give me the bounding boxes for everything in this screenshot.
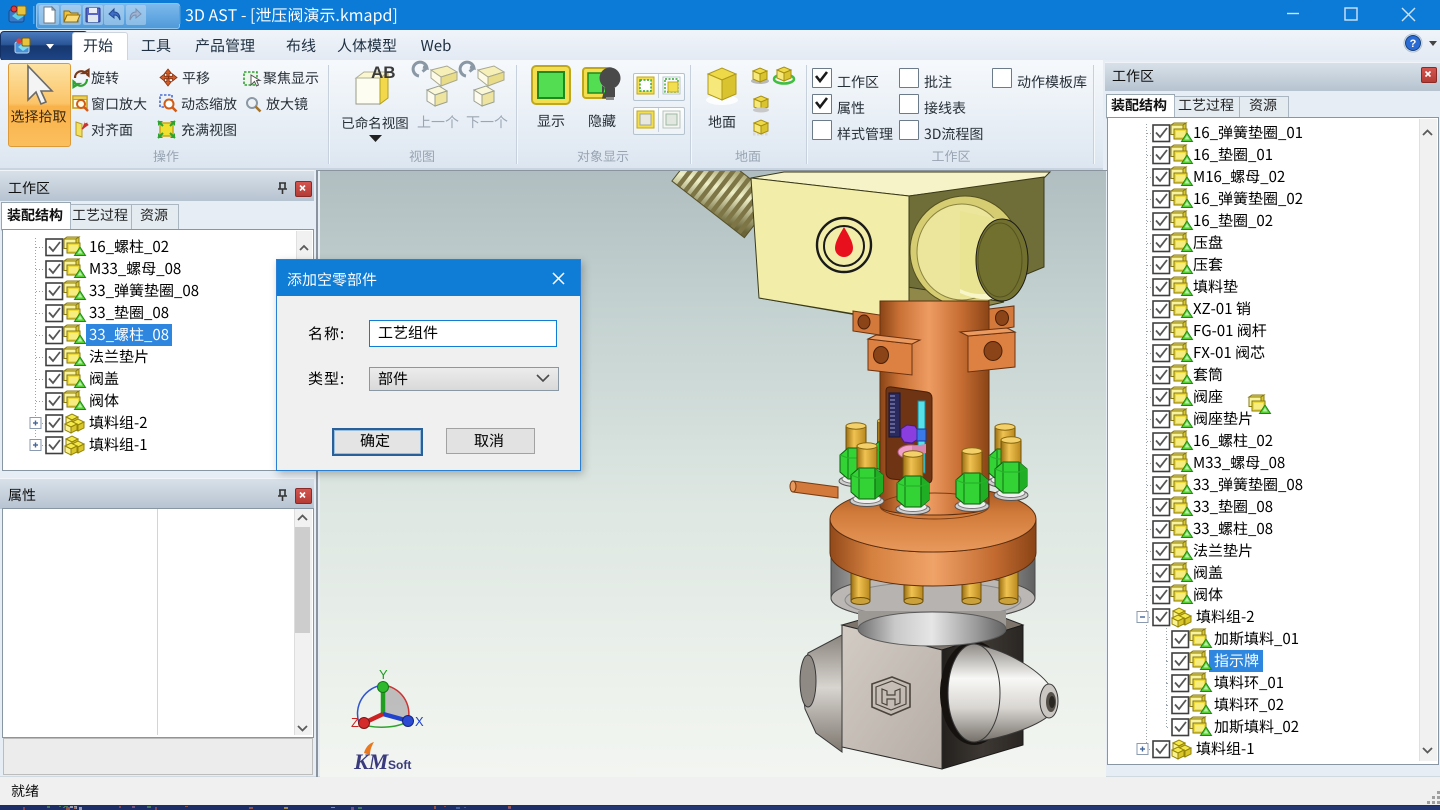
svg-text:KM: KM <box>353 749 390 774</box>
svg-text:X: X <box>415 714 424 729</box>
svg-text:Y: Y <box>379 667 388 682</box>
svg-text:Soft: Soft <box>388 758 411 772</box>
svg-text:Z: Z <box>351 715 359 730</box>
